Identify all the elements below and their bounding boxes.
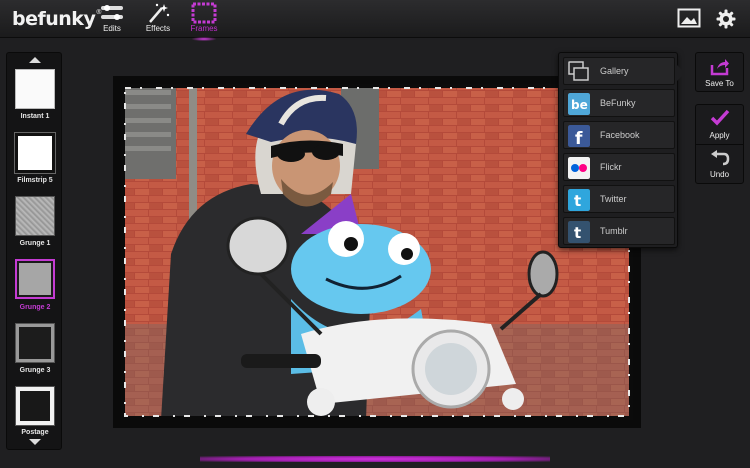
save-to-share-menu: Gallery be BeFunky f Facebook Flickr t T… — [558, 52, 685, 248]
image-gallery-icon[interactable] — [677, 8, 701, 28]
edits-label: Edits — [103, 24, 121, 33]
share-flickr-label: Flickr — [600, 162, 622, 172]
frame-thumb-instant-1[interactable] — [15, 69, 55, 109]
apply-button[interactable]: Apply — [696, 105, 743, 145]
facebook-icon: f — [568, 125, 590, 147]
apply-undo-group: Apply Undo — [695, 104, 744, 184]
settings-gear-icon[interactable] — [716, 9, 736, 29]
sliders-icon — [101, 5, 123, 20]
frame-thumb-grunge-1[interactable] — [15, 196, 55, 236]
edited-photo — [121, 84, 633, 420]
checkmark-icon — [710, 109, 730, 126]
frame-thumb-grunge-2[interactable] — [15, 259, 55, 299]
share-tumblr-label: Tumblr — [600, 226, 628, 236]
gallery-icon — [568, 61, 589, 81]
top-toolbar: befunky® Edits Effects Frames — [0, 0, 750, 41]
logo-text: befunky — [12, 8, 96, 30]
svg-text:f: f — [575, 129, 583, 147]
svg-text:t: t — [574, 224, 581, 242]
undo-button[interactable]: Undo — [696, 146, 743, 184]
share-facebook-button[interactable]: f Facebook — [563, 121, 675, 149]
undo-arrow-icon — [711, 150, 730, 166]
share-twitter-label: Twitter — [600, 194, 627, 204]
share-gallery-button[interactable]: Gallery — [563, 57, 675, 85]
frame-thumb-postage[interactable] — [15, 386, 55, 426]
twitter-icon: t — [568, 189, 590, 211]
frame-icon — [191, 2, 217, 24]
frame-label: Grunge 3 — [19, 367, 51, 374]
save-to-label: Save To — [705, 79, 734, 88]
frame-label-selected: Grunge 2 — [19, 304, 51, 311]
befunky-logo: befunky® — [12, 8, 102, 30]
share-tumblr-button[interactable]: t Tumblr — [563, 217, 675, 245]
save-to-button[interactable]: Save To — [695, 52, 744, 92]
share-befunky-button[interactable]: be BeFunky — [563, 89, 675, 117]
befunky-icon: be — [568, 93, 590, 115]
edits-tool[interactable]: Edits — [94, 2, 130, 36]
svg-text:t: t — [574, 192, 581, 210]
share-export-icon — [710, 59, 729, 76]
svg-text:be: be — [571, 98, 588, 112]
effects-label: Effects — [145, 24, 171, 33]
frames-label: Frames — [190, 24, 218, 33]
frame-thumbnail-strip[interactable]: Instant 1 Filmstrip 5 Grunge 1 Grunge 2 … — [6, 52, 62, 450]
effects-tool[interactable]: Effects — [140, 2, 176, 36]
scroll-up-arrow-icon[interactable] — [29, 57, 41, 63]
share-flickr-button[interactable]: Flickr — [563, 153, 675, 181]
frame-label: Grunge 1 — [19, 240, 51, 247]
share-facebook-label: Facebook — [600, 130, 640, 140]
share-befunky-label: BeFunky — [600, 98, 636, 108]
frame-label: Postage — [21, 429, 49, 436]
frame-label: Filmstrip 5 — [17, 177, 53, 184]
share-twitter-button[interactable]: t Twitter — [563, 185, 675, 213]
apply-label: Apply — [709, 131, 730, 140]
frame-thumb-grunge-3[interactable] — [15, 323, 55, 363]
magic-wand-icon — [149, 3, 170, 23]
frame-thumb-filmstrip-5[interactable] — [14, 132, 56, 174]
undo-label: Undo — [709, 170, 730, 179]
share-gallery-label: Gallery — [600, 66, 629, 76]
tumblr-icon: t — [568, 221, 590, 243]
scroll-down-arrow-icon[interactable] — [29, 439, 41, 445]
frames-tool[interactable]: Frames — [186, 2, 222, 41]
flickr-icon — [568, 157, 590, 179]
bottom-progress-bar — [200, 456, 550, 462]
frame-label: Instant 1 — [20, 113, 50, 120]
